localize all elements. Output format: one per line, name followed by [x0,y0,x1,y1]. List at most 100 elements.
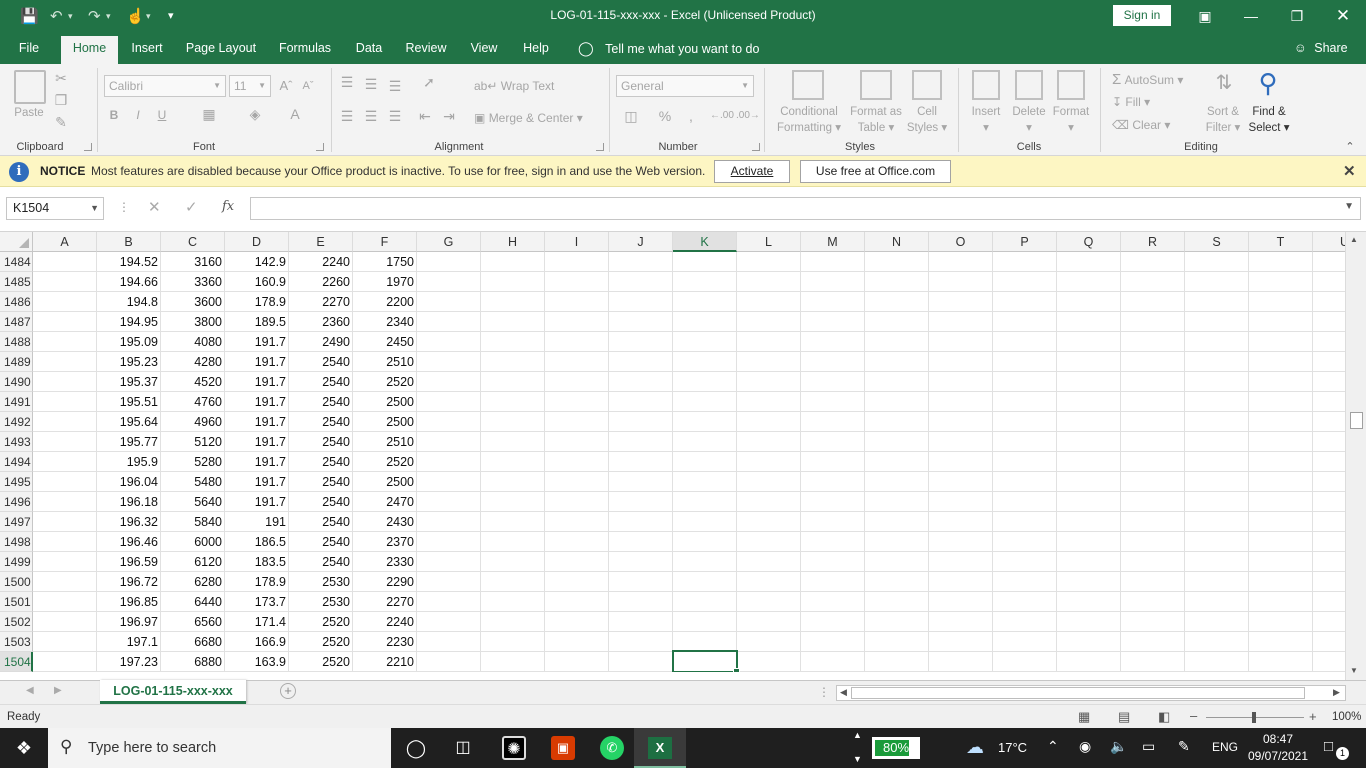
cell-b[interactable]: 197.23 [97,652,161,672]
column-header-t[interactable]: T [1249,232,1313,252]
paste-icon[interactable] [14,70,46,104]
cell-f[interactable]: 2240 [353,612,417,632]
page-break-view-icon[interactable]: ◧ [1158,709,1170,725]
redo-dropdown-icon[interactable]: ▾ [106,11,111,22]
row-header[interactable]: 1490 [0,372,33,392]
cell-c[interactable]: 4520 [161,372,225,392]
vertical-scroll-thumb[interactable] [1350,412,1363,429]
cell-c[interactable]: 6000 [161,532,225,552]
font-color-icon[interactable]: A [284,106,306,122]
tab-page-layout[interactable]: Page Layout [180,32,262,64]
cell-b[interactable]: 194.95 [97,312,161,332]
cell-e[interactable]: 2490 [289,332,353,352]
cell-d[interactable]: 178.9 [225,572,289,592]
share-button[interactable]: ☺ Share [1294,32,1348,64]
sign-in-button[interactable]: Sign in [1113,5,1171,26]
column-header-d[interactable]: D [225,232,289,252]
cell-c[interactable]: 5480 [161,472,225,492]
column-header-a[interactable]: A [33,232,97,252]
cell-d[interactable]: 191.7 [225,352,289,372]
expand-formula-icon[interactable]: ▼ [1344,201,1354,212]
column-header-o[interactable]: O [929,232,993,252]
tab-formulas[interactable]: Formulas [272,32,338,64]
borders-icon[interactable]: ▦ [198,106,220,123]
office-icon[interactable]: ▣ [551,736,575,760]
cell-b[interactable]: 196.04 [97,472,161,492]
column-header-u[interactable]: U [1313,232,1345,252]
tab-split-handle[interactable]: ⋮ [818,685,830,699]
cell-c[interactable]: 5280 [161,452,225,472]
enter-icon[interactable]: ✓ [185,198,198,216]
cell-e[interactable]: 2540 [289,432,353,452]
cell-c[interactable]: 3160 [161,252,225,272]
name-box[interactable]: K1504 ▼ [6,197,104,220]
decrease-decimal-icon[interactable]: .00→ [736,110,760,121]
cell-f[interactable]: 2500 [353,412,417,432]
prev-sheet-icon[interactable]: ◀ [26,685,34,696]
cell-b[interactable]: 196.32 [97,512,161,532]
copy-icon[interactable]: ❐ [52,92,70,109]
close-notice-icon[interactable]: ✕ [1343,162,1356,180]
number-launcher-icon[interactable] [752,143,760,151]
zoom-in-icon[interactable]: + [1309,709,1317,724]
fill-button[interactable]: ↧ Fill ▾ [1112,94,1150,110]
activate-button[interactable]: Activate [714,160,790,183]
find-select-icon[interactable]: ⚲ [1252,68,1284,99]
cell-c[interactable]: 3600 [161,292,225,312]
close-icon[interactable]: ✕ [1320,0,1366,32]
tab-insert[interactable]: Insert [124,32,170,64]
cell-b[interactable]: 194.52 [97,252,161,272]
cell-e[interactable]: 2520 [289,632,353,652]
column-header-r[interactable]: R [1121,232,1185,252]
italic-icon[interactable]: I [130,108,146,122]
vertical-scrollbar[interactable]: ▲ ▼ [1345,232,1366,680]
scroll-down-icon[interactable]: ▼ [1350,666,1358,675]
merge-center-button[interactable]: ▣ Merge & Center ▾ [474,110,583,126]
align-bottom-icon[interactable]: ☰ [386,78,404,95]
spreadsheet-grid[interactable]: ABCDEFGHIJKLMNOPQRSTU 1484 194.52 3160 142.… [0,232,1345,672]
align-middle-icon[interactable]: ☰ [362,76,380,93]
sheet-tab[interactable]: LOG-01-115-xxx-xxx [100,680,246,704]
cell-d[interactable]: 178.9 [225,292,289,312]
cell-e[interactable]: 2540 [289,412,353,432]
row-header[interactable]: 1488 [0,332,33,352]
cortana-icon[interactable]: ◯ [404,736,428,760]
cell-e[interactable]: 2360 [289,312,353,332]
format-cells-button[interactable]: Format ▾ [1049,105,1093,136]
row-header[interactable]: 1485 [0,272,33,292]
cell-e[interactable]: 2540 [289,452,353,472]
cell-c[interactable]: 4960 [161,412,225,432]
row-header[interactable]: 1502 [0,612,33,632]
cell-f[interactable]: 2210 [353,652,417,672]
cell-c[interactable]: 5120 [161,432,225,452]
touch-mode-icon[interactable]: ☝ [126,7,145,25]
row-header[interactable]: 1492 [0,412,33,432]
cell-d[interactable]: 186.5 [225,532,289,552]
next-sheet-icon[interactable]: ▶ [54,685,62,696]
cell-b[interactable]: 194.66 [97,272,161,292]
cell-c[interactable]: 3800 [161,312,225,332]
cell-e[interactable]: 2540 [289,392,353,412]
row-header[interactable]: 1504 [0,652,33,672]
cell-f[interactable]: 2230 [353,632,417,652]
cell-b[interactable]: 196.72 [97,572,161,592]
cell-e[interactable]: 2540 [289,532,353,552]
cell-d[interactable]: 191.7 [225,372,289,392]
cell-f[interactable]: 2500 [353,392,417,412]
sort-filter-icon[interactable]: ⇅ [1208,70,1240,95]
add-sheet-icon[interactable]: + [280,683,296,699]
undo-dropdown-icon[interactable]: ▾ [68,11,73,22]
cell-b[interactable]: 196.18 [97,492,161,512]
cell-c[interactable]: 5640 [161,492,225,512]
cell-d[interactable]: 183.5 [225,552,289,572]
windows-start-icon[interactable]: ❖ [12,736,36,760]
cell-d[interactable]: 191 [225,512,289,532]
tab-help[interactable]: Help [516,32,556,64]
cell-e[interactable]: 2530 [289,572,353,592]
cell-styles-icon[interactable] [912,70,942,100]
delete-cells-icon[interactable] [1015,70,1043,100]
autosum-button[interactable]: Σ AutoSum ▾ [1112,70,1183,90]
cell-e[interactable]: 2540 [289,492,353,512]
cell-e[interactable]: 2540 [289,352,353,372]
column-header-b[interactable]: B [97,232,161,252]
